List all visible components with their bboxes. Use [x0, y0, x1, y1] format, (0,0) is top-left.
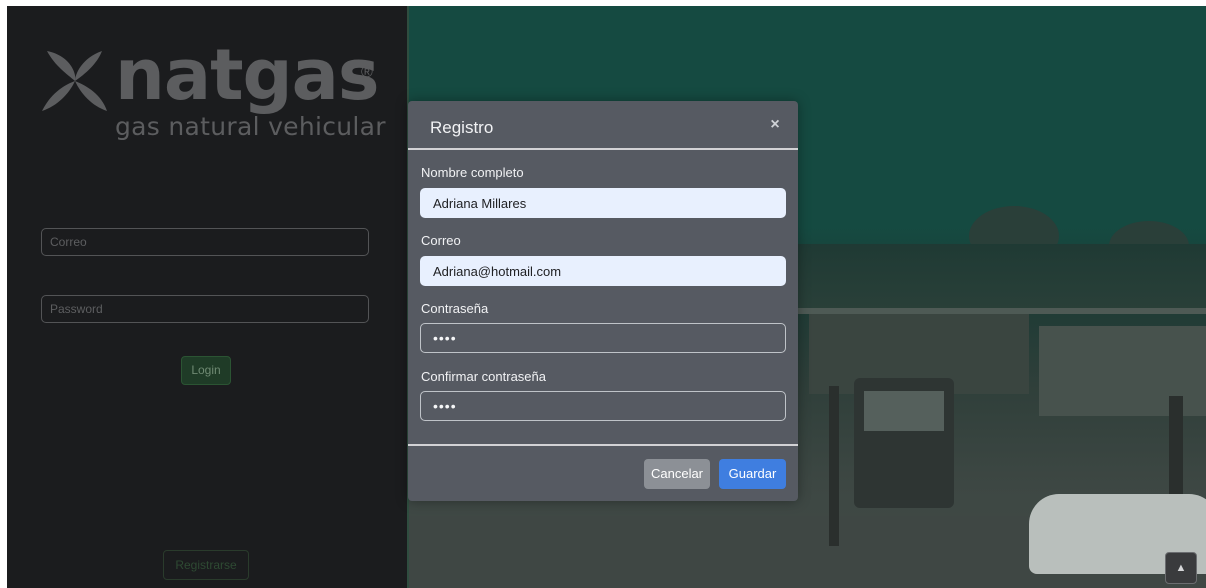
modal-title: Registro [430, 118, 494, 137]
full-name-field[interactable]: Adriana Millares [420, 188, 786, 218]
confirm-password-field[interactable]: •••• [420, 391, 786, 421]
modal-footer-divider [408, 444, 798, 446]
email-input[interactable]: Correo [41, 228, 369, 256]
email-label: Correo [421, 233, 461, 248]
register-modal: Registro × Nombre completo Adriana Milla… [408, 101, 798, 501]
login-button[interactable]: Login [181, 356, 231, 385]
password-input[interactable]: Password [41, 295, 369, 323]
register-button[interactable]: Registrarse [163, 550, 249, 580]
modal-header-divider [408, 148, 798, 150]
cancel-button[interactable]: Cancelar [644, 459, 710, 489]
login-panel: natgas ® gas natural vehicular Correo Pa… [7, 6, 407, 588]
close-icon[interactable]: × [766, 116, 784, 134]
password-label: Contraseña [421, 301, 489, 316]
email-field[interactable]: Adriana@hotmail.com [420, 256, 786, 286]
app-frame: natgas ® gas natural vehicular Correo Pa… [7, 6, 1206, 588]
brand-tagline: gas natural vehicular [115, 112, 386, 141]
registered-mark: ® [361, 64, 373, 81]
chevron-up-icon[interactable]: ▲ [1165, 552, 1197, 584]
save-button[interactable]: Guardar [719, 459, 786, 489]
password-field[interactable]: •••• [420, 323, 786, 353]
pump-pole [829, 386, 839, 546]
brand-name: natgas [115, 34, 380, 116]
full-name-label: Nombre completo [421, 165, 524, 180]
leaf-x-icon [42, 51, 107, 111]
truck-window [864, 391, 944, 431]
confirm-password-label: Confirmar contraseña [421, 369, 546, 384]
